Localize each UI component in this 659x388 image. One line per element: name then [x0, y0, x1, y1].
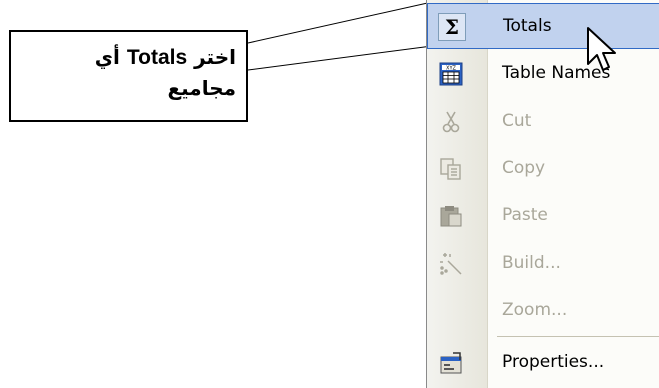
sigma-icon: Σ [438, 13, 466, 41]
properties-icon [438, 350, 464, 376]
menu-item-label: Zoom... [502, 300, 568, 320]
clipboard-icon [438, 203, 464, 229]
menu-item-label: Properties... [502, 352, 605, 372]
svg-text:Σ: Σ [445, 16, 459, 38]
menu-item-totals[interactable]: Σ Totals [427, 3, 659, 49]
copy-icon [438, 156, 464, 182]
menu-item-properties[interactable]: Properties... [427, 340, 659, 386]
svg-text:XYZ: XYZ [446, 66, 456, 72]
callout-totals-word: Totals [126, 46, 188, 69]
menu-item-label: Build... [502, 253, 561, 273]
callout-text: اختر Totals أي مجاميع [21, 42, 236, 103]
menu-item-label: Copy [502, 158, 546, 178]
menu-item-label: Totals [503, 16, 552, 36]
menu-item-zoom[interactable]: Zoom... [427, 288, 659, 334]
menu-item-copy[interactable]: Copy [427, 146, 659, 192]
callout-line-2: مجاميع [167, 76, 236, 100]
menu-item-label: Paste [502, 205, 548, 225]
menu-item-label: Cut [502, 111, 532, 131]
menu-item-paste[interactable]: Paste [427, 193, 659, 239]
mouse-cursor-icon [587, 27, 616, 71]
menu-separator [497, 336, 659, 337]
instruction-callout: اختر Totals أي مجاميع [9, 30, 248, 122]
context-menu: Σ Totals XYZ Table Names Cut Copy Paste … [426, 0, 659, 388]
scissors-icon [438, 109, 464, 135]
menu-item-build[interactable]: Build... [427, 241, 659, 287]
table-names-icon: XYZ [438, 61, 464, 87]
magic-wand-icon [438, 251, 464, 277]
menu-item-cut[interactable]: Cut [427, 99, 659, 145]
menu-item-table-names[interactable]: XYZ Table Names [427, 51, 659, 97]
callout-line-1: اختر Totals أي [94, 45, 236, 69]
